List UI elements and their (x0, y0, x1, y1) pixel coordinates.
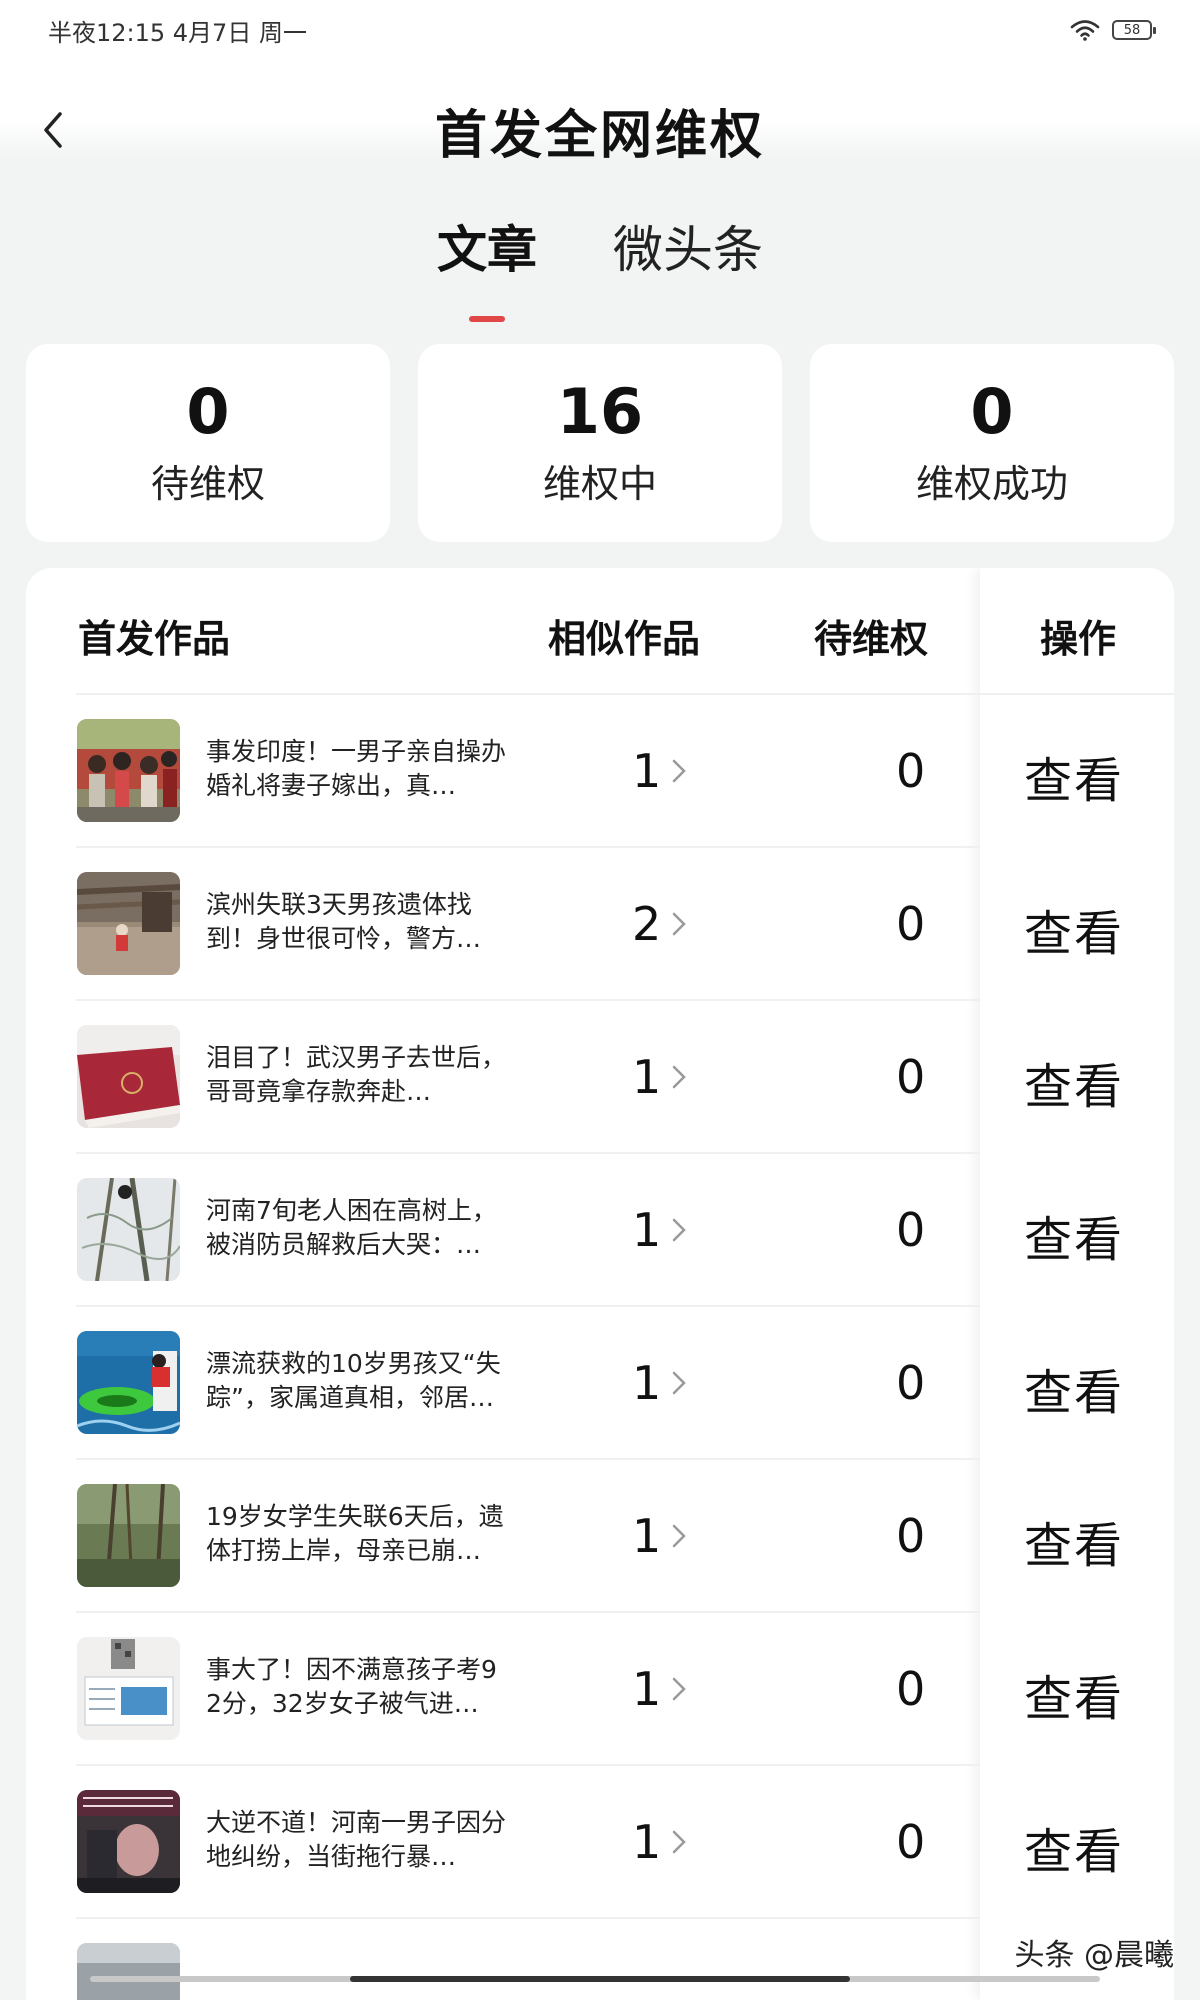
article-title[interactable]: 事大了！因不满意孩子考92分，32岁女子被气进… (206, 1653, 506, 1721)
stat-card-in-progress[interactable]: 16 维权中 (418, 344, 782, 542)
stat-value: 0 (970, 375, 1014, 449)
table-row: 河南7旬老人困在高树上，被消防员解救后大哭：… 1 0 查看 (26, 1154, 1174, 1307)
table-row: 事大了！因不满意孩子考92分，32岁女子被气进… 1 0 查看 (26, 1613, 1174, 1766)
table-row: 大逆不道！河南一男子因分地纠纷，当街拖行暴… 1 0 查看 (26, 1766, 1174, 1919)
similar-count-link[interactable]: 1 (632, 1203, 687, 1257)
pending-count: 0 (896, 1815, 926, 1869)
stat-value: 0 (186, 375, 230, 449)
article-title[interactable]: 泪目了！武汉男子去世后，哥哥竟拿存款奔赴… (206, 1041, 506, 1109)
header-action: 操作 (1040, 617, 1117, 661)
article-title[interactable]: 滨州失联3天男孩遗体找到！身世很可怜，警方… (206, 888, 506, 956)
view-button[interactable]: 查看 (1024, 1812, 1124, 1882)
similar-count-link[interactable]: 1 (632, 1815, 687, 1869)
similar-count-link[interactable]: 1 (632, 1356, 687, 1410)
similar-count-link[interactable]: 1 (632, 1662, 687, 1716)
similar-count: 1 (632, 1662, 662, 1716)
stats-row: 0 待维权 16 维权中 0 维权成功 (26, 344, 1174, 542)
chevron-right-icon (673, 1218, 687, 1242)
article-title[interactable]: 漂流获救的10岁男孩又“失踪”，家属道真相，邻居… (206, 1347, 506, 1415)
stat-label: 待维权 (150, 461, 265, 506)
chevron-right-icon (673, 1371, 687, 1395)
status-icons: 58 (1070, 19, 1156, 41)
header: 首发全网维权 (0, 90, 1200, 170)
status-bar: 半夜12:15 4月7日 周一 58 (0, 0, 1200, 60)
similar-count: 1 (632, 744, 662, 798)
home-indicator[interactable] (350, 1976, 850, 1982)
similar-count-link[interactable]: 1 (632, 744, 687, 798)
wifi-icon (1070, 20, 1100, 41)
works-table: 首发作品 相似作品 待维权 操作 事发印度！一男子亲自操办婚礼将妻子嫁出，真… (26, 568, 1174, 2000)
table-row: 泪目了！武汉男子去世后，哥哥竟拿存款奔赴… 1 0 查看 (26, 1001, 1174, 1154)
similar-count-link[interactable]: 1 (632, 1050, 687, 1104)
view-button[interactable]: 查看 (1024, 894, 1124, 964)
stat-card-success[interactable]: 0 维权成功 (810, 344, 1174, 542)
similar-count: 1 (632, 1203, 662, 1257)
pending-count: 0 (896, 1662, 926, 1716)
status-time: 半夜12:15 4月7日 周一 (48, 18, 307, 47)
view-button[interactable]: 查看 (1024, 1659, 1124, 1729)
pending-count: 0 (896, 1509, 926, 1563)
thumbnail-image[interactable] (77, 1637, 180, 1740)
view-button[interactable]: 查看 (1024, 1200, 1124, 1270)
battery-icon: 58 (1112, 20, 1156, 40)
watermark: 头条 @晨曦 (1014, 1938, 1174, 1973)
stat-value: 16 (556, 375, 644, 449)
view-button[interactable]: 查看 (1024, 741, 1124, 811)
similar-count: 1 (632, 1356, 662, 1410)
pending-count: 0 (896, 1356, 926, 1410)
header-pending: 待维权 (814, 617, 929, 661)
header-original-works: 首发作品 (78, 617, 231, 661)
stat-card-pending[interactable]: 0 待维权 (26, 344, 390, 542)
tab-micro-headlines[interactable]: 微头条 (613, 200, 763, 310)
similar-count: 1 (632, 1050, 662, 1104)
article-title[interactable]: 19岁女学生失联6天后，遗体打捞上岸，母亲已崩… (206, 1500, 506, 1568)
similar-count-link[interactable]: 1 (632, 1509, 687, 1563)
table-row: 滨州失联3天男孩遗体找到！身世很可怜，警方… 2 0 查看 (26, 848, 1174, 1001)
chevron-right-icon (673, 1524, 687, 1548)
article-title[interactable]: 河南7旬老人困在高树上，被消防员解救后大哭：… (206, 1194, 506, 1262)
table-body: 事发印度！一男子亲自操办婚礼将妻子嫁出，真… 1 0 查看 滨州失联3天男孩遗体… (26, 695, 1174, 2000)
thumbnail-image[interactable] (77, 1790, 180, 1893)
tab-bar: 文章 微头条 (0, 200, 1200, 310)
article-title[interactable]: 事发印度！一男子亲自操办婚礼将妻子嫁出，真… (206, 735, 506, 803)
battery-level: 58 (1123, 22, 1141, 38)
similar-count: 2 (632, 897, 662, 951)
tab-articles[interactable]: 文章 (437, 200, 537, 310)
chevron-right-icon (673, 1830, 687, 1854)
similar-count: 1 (632, 1815, 662, 1869)
pending-count: 0 (896, 1203, 926, 1257)
thumbnail-image[interactable] (77, 1943, 180, 2000)
thumbnail-image[interactable] (77, 719, 180, 822)
chevron-right-icon (673, 912, 687, 936)
chevron-right-icon (673, 1065, 687, 1089)
table-row: 19岁女学生失联6天后，遗体打捞上岸，母亲已崩… 1 0 查看 (26, 1460, 1174, 1613)
chevron-right-icon (673, 1677, 687, 1701)
view-button[interactable]: 查看 (1024, 1353, 1124, 1423)
chevron-right-icon (673, 759, 687, 783)
view-button[interactable]: 查看 (1024, 1506, 1124, 1576)
page-title: 首发全网维权 (434, 105, 765, 166)
thumbnail-image[interactable] (77, 1484, 180, 1587)
thumbnail-image[interactable] (77, 1331, 180, 1434)
view-button[interactable]: 查看 (1024, 1047, 1124, 1117)
thumbnail-image[interactable] (77, 1025, 180, 1128)
thumbnail-image[interactable] (77, 872, 180, 975)
similar-count: 1 (632, 1509, 662, 1563)
table-row: 漂流获救的10岁男孩又“失踪”，家属道真相，邻居… 1 0 查看 (26, 1307, 1174, 1460)
stat-label: 维权中 (542, 461, 657, 506)
header-similar-works: 相似作品 (548, 617, 701, 661)
similar-count-link[interactable]: 2 (632, 897, 687, 951)
pending-count: 0 (896, 1050, 926, 1104)
table-row (26, 1919, 1174, 2000)
thumbnail-image[interactable] (77, 1178, 180, 1281)
pending-count: 0 (896, 744, 926, 798)
table-header: 首发作品 相似作品 待维权 操作 (26, 568, 1174, 695)
article-title[interactable]: 大逆不道！河南一男子因分地纠纷，当街拖行暴… (206, 1806, 506, 1874)
table-row: 事发印度！一男子亲自操办婚礼将妻子嫁出，真… 1 0 查看 (26, 695, 1174, 848)
stat-label: 维权成功 (915, 461, 1068, 506)
back-arrow-icon[interactable] (38, 108, 68, 152)
pending-count: 0 (896, 897, 926, 951)
